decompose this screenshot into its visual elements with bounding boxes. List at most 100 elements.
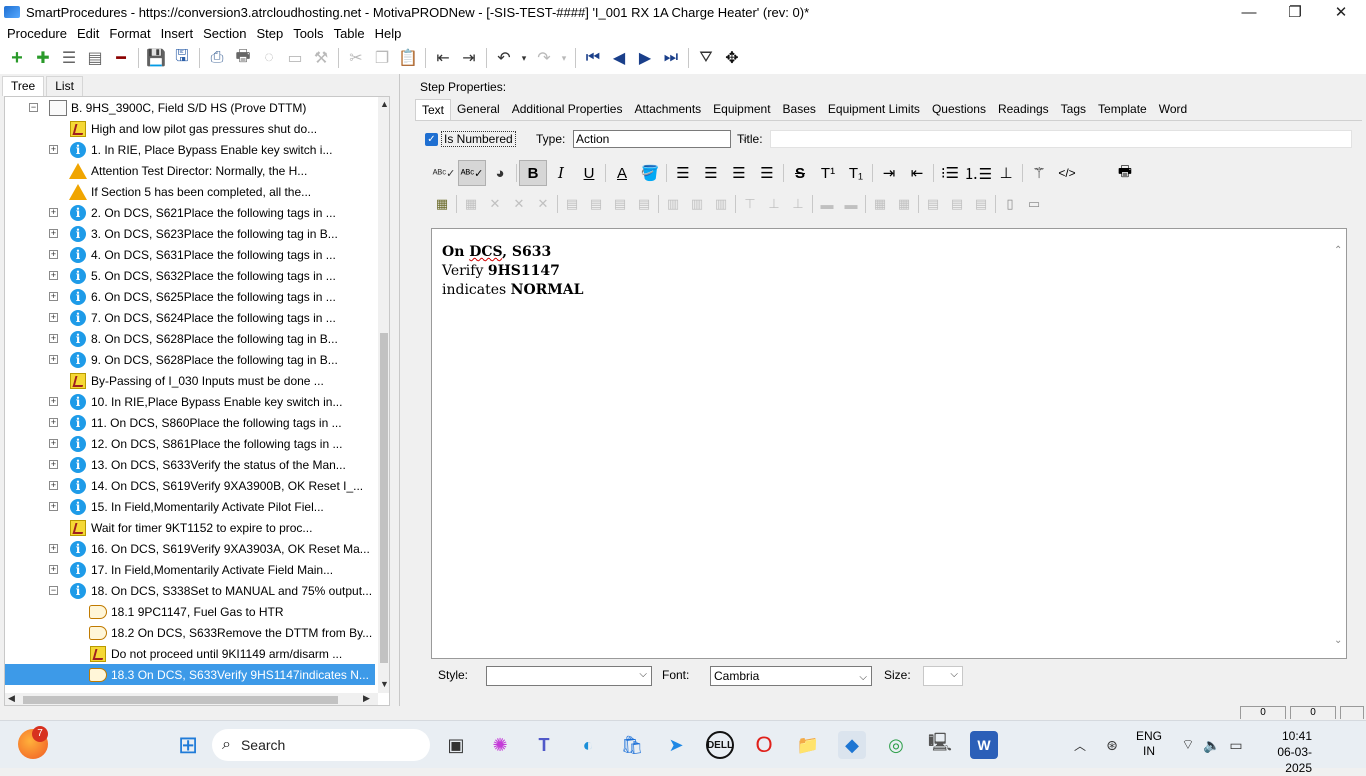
tree-item[interactable]: + i 10. In RIE,Place Bypass Enable key swi… <box>5 391 375 412</box>
tab-readings[interactable]: Readings <box>992 99 1055 119</box>
system-clock[interactable]: 10:41 06-03-2025 <box>1256 728 1312 776</box>
insert-row-above-icon[interactable]: ⊤ <box>738 193 762 215</box>
indent-icon[interactable]: ⇥ <box>456 45 482 71</box>
expand-icon[interactable]: + <box>49 208 58 217</box>
expand-icon[interactable]: + <box>49 292 58 301</box>
remove-icon[interactable]: ━ <box>108 45 134 71</box>
tree-item[interactable]: 18.1 9PC1147, Fuel Gas to HTR <box>5 601 375 622</box>
align-left-icon[interactable]: ☰ <box>669 160 697 186</box>
edge-icon[interactable]: ◐ <box>574 731 602 759</box>
scroll-up-icon[interactable]: ▲ <box>380 99 389 109</box>
cell-properties-icon[interactable]: ▤ <box>560 193 584 215</box>
add-icon[interactable]: + <box>4 45 30 71</box>
paste-icon[interactable]: 📋 <box>395 45 421 71</box>
tree-item[interactable]: + i 2. On DCS, S621Place the following tag… <box>5 202 375 223</box>
split-cells-icon[interactable]: ▤ <box>608 193 632 215</box>
chevron-down-icon[interactable]: ⌵ <box>639 669 647 680</box>
insert-table-icon[interactable]: ▦ <box>430 193 454 215</box>
editor-scrollbar[interactable]: ⌃ ⌄ <box>1334 241 1344 646</box>
subscript-icon[interactable]: T₁ <box>842 160 870 186</box>
remote-desktop-icon[interactable]: 🖳 <box>926 731 954 759</box>
previous-step-icon[interactable]: ◀ <box>606 45 632 71</box>
menu-help[interactable]: Help <box>370 26 407 41</box>
tree-item[interactable]: + i 9. On DCS, S628Place the following tag… <box>5 349 375 370</box>
tab-tree[interactable]: Tree <box>2 76 45 96</box>
outline-icon[interactable]: ▤ <box>82 45 108 71</box>
save-icon[interactable]: 💾 <box>143 45 169 71</box>
add-child-icon[interactable]: ✚ <box>30 45 56 71</box>
tree-item[interactable]: + i 17. In Field,Momentarily Activate Fiel… <box>5 559 375 580</box>
cell-padding-icon[interactable]: ▦ <box>892 193 916 215</box>
input-language[interactable]: ENG IN <box>1134 729 1164 759</box>
menu-table[interactable]: Table <box>329 26 370 41</box>
magic-wand-icon[interactable]: ⚚ <box>1025 160 1053 186</box>
menu-section[interactable]: Section <box>198 26 251 41</box>
column-properties-icon[interactable]: ▥ <box>709 193 733 215</box>
row-height-icon[interactable]: ▭ <box>1022 193 1046 215</box>
split-row-icon[interactable]: ▬ <box>839 193 863 215</box>
tree-item[interactable]: + i 15. In Field,Momentarily Activate Pilo… <box>5 496 375 517</box>
tab-word[interactable]: Word <box>1153 99 1193 119</box>
dell-icon[interactable]: DELL <box>706 731 734 759</box>
copy-icon[interactable]: ❐ <box>369 45 395 71</box>
window-icon[interactable]: ▭ <box>282 45 308 71</box>
copilot-icon[interactable]: ✺ <box>486 731 514 759</box>
collapse-icon[interactable]: − <box>29 103 38 112</box>
first-step-icon[interactable]: ⏮ <box>580 45 606 71</box>
font-color-icon[interactable]: A <box>608 160 636 186</box>
tree-horizontal-scroll-thumb[interactable] <box>23 696 338 704</box>
opera-icon[interactable]: O <box>750 731 778 759</box>
last-step-icon[interactable]: ⏭ <box>658 45 684 71</box>
next-step-icon[interactable]: ▶ <box>632 45 658 71</box>
cell-color-icon[interactable]: ▤ <box>632 193 656 215</box>
expand-icon[interactable]: + <box>49 334 58 343</box>
store-icon[interactable]: 🛍 <box>618 731 646 759</box>
align-right-icon[interactable]: ☰ <box>725 160 753 186</box>
expand-icon[interactable]: + <box>49 418 58 427</box>
justify-icon[interactable]: ☰ <box>753 160 781 186</box>
insert-column-left-icon[interactable]: ▥ <box>661 193 685 215</box>
insert-column-right-icon[interactable]: ▥ <box>685 193 709 215</box>
column-width-icon[interactable]: ▯ <box>998 193 1022 215</box>
expand-icon[interactable]: + <box>49 460 58 469</box>
tree-item[interactable]: By-Passing of I_030 Inputs must be done … <box>5 370 375 391</box>
move-icon[interactable]: ✥ <box>719 45 745 71</box>
refresh-icon[interactable]: ◌ <box>256 45 282 71</box>
delete-column-icon[interactable]: ✕ <box>531 193 555 215</box>
list-icon[interactable]: ☰ <box>56 45 82 71</box>
show-hidden-icons[interactable]: ︿ <box>1066 731 1094 759</box>
save-all-icon[interactable]: 🖫 <box>169 45 195 71</box>
tree-item[interactable]: − i 18. On DCS, S338Set to MANUAL and 75% … <box>5 580 375 601</box>
is-numbered-label[interactable]: Is Numbered <box>441 131 516 147</box>
valign-bottom-icon[interactable]: ▤ <box>969 193 993 215</box>
expand-icon[interactable]: + <box>49 229 58 238</box>
collapse-icon[interactable]: − <box>49 586 58 595</box>
editor-scroll-down-icon[interactable]: ⌄ <box>1334 631 1342 650</box>
tree-item[interactable]: High and low pilot gas pressures shut do… <box>5 118 375 139</box>
chevron-down-icon[interactable]: ⌵ <box>859 669 867 687</box>
tree-item[interactable]: + i 11. On DCS, S860Place the following ta… <box>5 412 375 433</box>
font-select[interactable]: Cambria ⌵ <box>710 666 872 686</box>
checkbox-checked-icon[interactable]: ✓ <box>425 132 438 146</box>
print-preview-icon[interactable]: 🖶 <box>1111 160 1139 186</box>
expand-icon[interactable]: + <box>49 502 58 511</box>
insert-line-icon[interactable]: ⊥ <box>992 160 1020 186</box>
tab-tags[interactable]: Tags <box>1055 99 1092 119</box>
spellcheck-icon[interactable]: ᴬᴮᶜ✓ <box>430 160 458 186</box>
tree-item[interactable]: + i 7. On DCS, S624Place the following tag… <box>5 307 375 328</box>
valign-middle-icon[interactable]: ▤ <box>945 193 969 215</box>
tab-equipment-limits[interactable]: Equipment Limits <box>822 99 926 119</box>
tree-item[interactable]: + i 3. On DCS, S623Place the following tag… <box>5 223 375 244</box>
strikethrough-icon[interactable]: S <box>786 160 814 186</box>
tools-icon[interactable]: ⚒ <box>308 45 334 71</box>
size-select[interactable]: ⌵ <box>923 666 963 686</box>
highlight-icon[interactable]: ◕ <box>486 160 514 186</box>
redo-dropdown-icon[interactable]: ▾ <box>557 45 571 71</box>
teams-icon[interactable]: T <box>530 731 558 759</box>
menu-insert[interactable]: Insert <box>156 26 199 41</box>
tree-item[interactable]: + i 5. On DCS, S632Place the following tag… <box>5 265 375 286</box>
delete-table-icon[interactable]: ✕ <box>483 193 507 215</box>
smartprocedures-icon[interactable]: ◆ <box>838 731 866 759</box>
expand-icon[interactable]: + <box>49 397 58 406</box>
menu-step[interactable]: Step <box>251 26 288 41</box>
